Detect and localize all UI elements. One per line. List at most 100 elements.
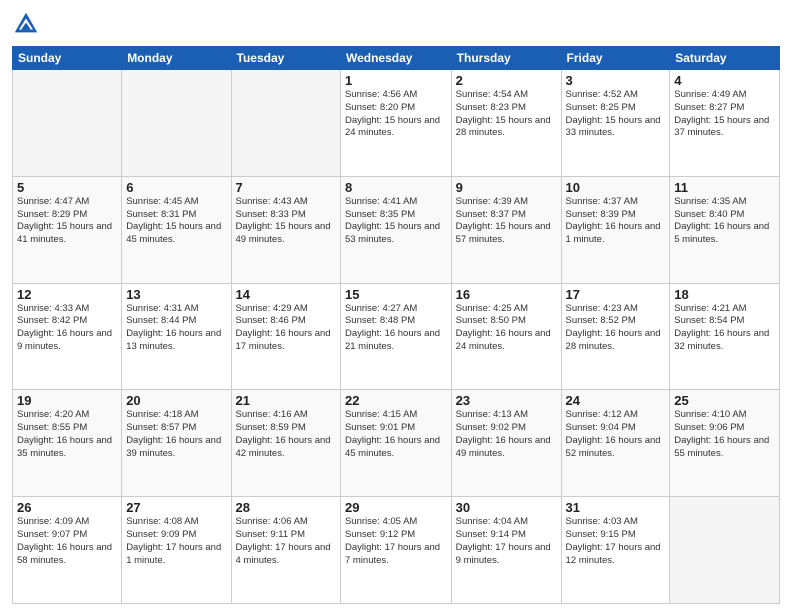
day-cell: 3Sunrise: 4:52 AM Sunset: 8:25 PM Daylig… [561, 70, 670, 177]
col-header-saturday: Saturday [670, 47, 780, 70]
day-number: 8 [345, 180, 447, 195]
week-row-4: 26Sunrise: 4:09 AM Sunset: 9:07 PM Dayli… [13, 497, 780, 604]
day-cell: 30Sunrise: 4:04 AM Sunset: 9:14 PM Dayli… [451, 497, 561, 604]
day-cell [13, 70, 122, 177]
day-number: 26 [17, 500, 117, 515]
day-info: Sunrise: 4:05 AM Sunset: 9:12 PM Dayligh… [345, 516, 447, 567]
day-number: 5 [17, 180, 117, 195]
day-info: Sunrise: 4:03 AM Sunset: 9:15 PM Dayligh… [566, 516, 666, 567]
day-cell [231, 70, 340, 177]
day-info: Sunrise: 4:16 AM Sunset: 8:59 PM Dayligh… [236, 409, 336, 460]
day-cell: 31Sunrise: 4:03 AM Sunset: 9:15 PM Dayli… [561, 497, 670, 604]
day-cell: 25Sunrise: 4:10 AM Sunset: 9:06 PM Dayli… [670, 390, 780, 497]
day-info: Sunrise: 4:29 AM Sunset: 8:46 PM Dayligh… [236, 303, 336, 354]
col-header-thursday: Thursday [451, 47, 561, 70]
day-cell: 15Sunrise: 4:27 AM Sunset: 8:48 PM Dayli… [340, 283, 451, 390]
day-info: Sunrise: 4:31 AM Sunset: 8:44 PM Dayligh… [126, 303, 226, 354]
day-cell: 5Sunrise: 4:47 AM Sunset: 8:29 PM Daylig… [13, 176, 122, 283]
day-cell: 11Sunrise: 4:35 AM Sunset: 8:40 PM Dayli… [670, 176, 780, 283]
day-info: Sunrise: 4:43 AM Sunset: 8:33 PM Dayligh… [236, 196, 336, 247]
day-cell [670, 497, 780, 604]
day-info: Sunrise: 4:18 AM Sunset: 8:57 PM Dayligh… [126, 409, 226, 460]
day-cell: 16Sunrise: 4:25 AM Sunset: 8:50 PM Dayli… [451, 283, 561, 390]
day-info: Sunrise: 4:47 AM Sunset: 8:29 PM Dayligh… [17, 196, 117, 247]
day-cell: 18Sunrise: 4:21 AM Sunset: 8:54 PM Dayli… [670, 283, 780, 390]
day-number: 29 [345, 500, 447, 515]
day-number: 28 [236, 500, 336, 515]
day-cell: 4Sunrise: 4:49 AM Sunset: 8:27 PM Daylig… [670, 70, 780, 177]
day-info: Sunrise: 4:21 AM Sunset: 8:54 PM Dayligh… [674, 303, 775, 354]
day-number: 7 [236, 180, 336, 195]
week-row-1: 5Sunrise: 4:47 AM Sunset: 8:29 PM Daylig… [13, 176, 780, 283]
day-info: Sunrise: 4:54 AM Sunset: 8:23 PM Dayligh… [456, 89, 557, 140]
day-info: Sunrise: 4:39 AM Sunset: 8:37 PM Dayligh… [456, 196, 557, 247]
day-cell: 17Sunrise: 4:23 AM Sunset: 8:52 PM Dayli… [561, 283, 670, 390]
day-cell: 1Sunrise: 4:56 AM Sunset: 8:20 PM Daylig… [340, 70, 451, 177]
day-number: 20 [126, 393, 226, 408]
day-cell: 7Sunrise: 4:43 AM Sunset: 8:33 PM Daylig… [231, 176, 340, 283]
day-info: Sunrise: 4:56 AM Sunset: 8:20 PM Dayligh… [345, 89, 447, 140]
day-info: Sunrise: 4:49 AM Sunset: 8:27 PM Dayligh… [674, 89, 775, 140]
day-info: Sunrise: 4:13 AM Sunset: 9:02 PM Dayligh… [456, 409, 557, 460]
logo-icon [12, 10, 40, 38]
day-info: Sunrise: 4:08 AM Sunset: 9:09 PM Dayligh… [126, 516, 226, 567]
day-cell: 21Sunrise: 4:16 AM Sunset: 8:59 PM Dayli… [231, 390, 340, 497]
day-cell: 14Sunrise: 4:29 AM Sunset: 8:46 PM Dayli… [231, 283, 340, 390]
day-cell [122, 70, 231, 177]
week-row-3: 19Sunrise: 4:20 AM Sunset: 8:55 PM Dayli… [13, 390, 780, 497]
day-number: 23 [456, 393, 557, 408]
day-info: Sunrise: 4:15 AM Sunset: 9:01 PM Dayligh… [345, 409, 447, 460]
day-cell: 6Sunrise: 4:45 AM Sunset: 8:31 PM Daylig… [122, 176, 231, 283]
day-number: 19 [17, 393, 117, 408]
col-header-tuesday: Tuesday [231, 47, 340, 70]
header [12, 10, 780, 38]
day-number: 4 [674, 73, 775, 88]
day-number: 21 [236, 393, 336, 408]
day-number: 1 [345, 73, 447, 88]
day-cell: 27Sunrise: 4:08 AM Sunset: 9:09 PM Dayli… [122, 497, 231, 604]
day-number: 15 [345, 287, 447, 302]
day-cell: 23Sunrise: 4:13 AM Sunset: 9:02 PM Dayli… [451, 390, 561, 497]
day-info: Sunrise: 4:04 AM Sunset: 9:14 PM Dayligh… [456, 516, 557, 567]
day-cell: 22Sunrise: 4:15 AM Sunset: 9:01 PM Dayli… [340, 390, 451, 497]
day-number: 9 [456, 180, 557, 195]
logo [12, 10, 44, 38]
day-number: 11 [674, 180, 775, 195]
day-number: 14 [236, 287, 336, 302]
col-header-friday: Friday [561, 47, 670, 70]
day-info: Sunrise: 4:23 AM Sunset: 8:52 PM Dayligh… [566, 303, 666, 354]
day-info: Sunrise: 4:06 AM Sunset: 9:11 PM Dayligh… [236, 516, 336, 567]
week-row-2: 12Sunrise: 4:33 AM Sunset: 8:42 PM Dayli… [13, 283, 780, 390]
day-number: 17 [566, 287, 666, 302]
day-number: 25 [674, 393, 775, 408]
day-number: 13 [126, 287, 226, 302]
calendar-table: SundayMondayTuesdayWednesdayThursdayFrid… [12, 46, 780, 604]
day-info: Sunrise: 4:52 AM Sunset: 8:25 PM Dayligh… [566, 89, 666, 140]
day-info: Sunrise: 4:33 AM Sunset: 8:42 PM Dayligh… [17, 303, 117, 354]
day-number: 12 [17, 287, 117, 302]
day-number: 10 [566, 180, 666, 195]
day-number: 2 [456, 73, 557, 88]
day-info: Sunrise: 4:37 AM Sunset: 8:39 PM Dayligh… [566, 196, 666, 247]
day-info: Sunrise: 4:45 AM Sunset: 8:31 PM Dayligh… [126, 196, 226, 247]
day-number: 16 [456, 287, 557, 302]
day-info: Sunrise: 4:35 AM Sunset: 8:40 PM Dayligh… [674, 196, 775, 247]
day-info: Sunrise: 4:10 AM Sunset: 9:06 PM Dayligh… [674, 409, 775, 460]
day-cell: 24Sunrise: 4:12 AM Sunset: 9:04 PM Dayli… [561, 390, 670, 497]
day-info: Sunrise: 4:12 AM Sunset: 9:04 PM Dayligh… [566, 409, 666, 460]
week-row-0: 1Sunrise: 4:56 AM Sunset: 8:20 PM Daylig… [13, 70, 780, 177]
col-header-monday: Monday [122, 47, 231, 70]
day-cell: 29Sunrise: 4:05 AM Sunset: 9:12 PM Dayli… [340, 497, 451, 604]
header-row: SundayMondayTuesdayWednesdayThursdayFrid… [13, 47, 780, 70]
day-cell: 2Sunrise: 4:54 AM Sunset: 8:23 PM Daylig… [451, 70, 561, 177]
day-cell: 28Sunrise: 4:06 AM Sunset: 9:11 PM Dayli… [231, 497, 340, 604]
day-number: 31 [566, 500, 666, 515]
day-info: Sunrise: 4:41 AM Sunset: 8:35 PM Dayligh… [345, 196, 447, 247]
day-number: 22 [345, 393, 447, 408]
day-info: Sunrise: 4:09 AM Sunset: 9:07 PM Dayligh… [17, 516, 117, 567]
day-number: 27 [126, 500, 226, 515]
day-number: 6 [126, 180, 226, 195]
day-number: 3 [566, 73, 666, 88]
day-number: 18 [674, 287, 775, 302]
day-info: Sunrise: 4:27 AM Sunset: 8:48 PM Dayligh… [345, 303, 447, 354]
